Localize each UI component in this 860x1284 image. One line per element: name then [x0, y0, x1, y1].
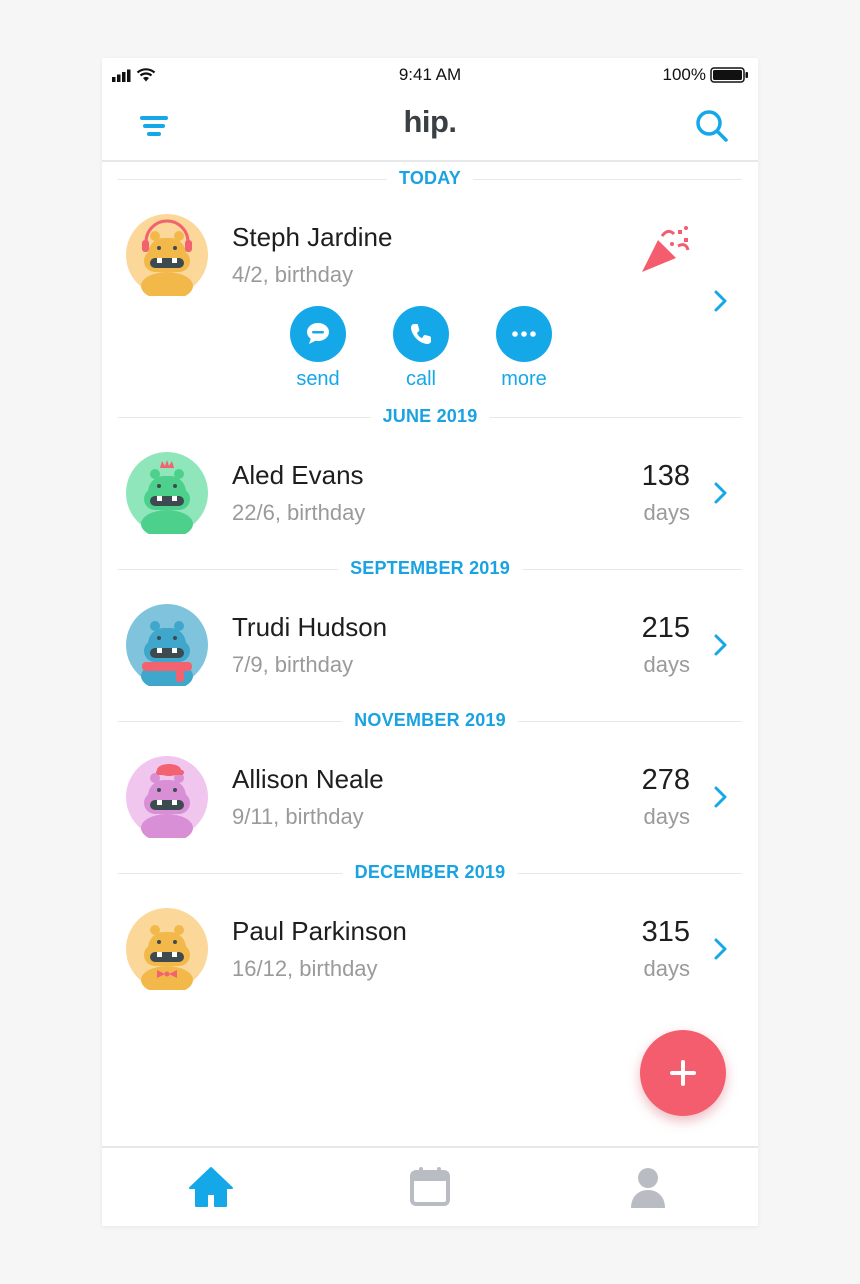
- quick-actions: send call more: [102, 306, 758, 396]
- battery-icon: [710, 67, 748, 83]
- section-header-november: NOVEMBER 2019: [118, 706, 742, 736]
- days-label: days: [643, 652, 690, 677]
- contact-date: 7/9, birthday: [232, 652, 354, 677]
- add-contact-button[interactable]: [640, 1030, 726, 1116]
- section-label: SEPTEMBER 2019: [338, 558, 522, 579]
- chevron-right-icon[interactable]: [714, 634, 728, 656]
- plus-icon: [670, 1060, 696, 1086]
- contact-row[interactable]: Trudi Hudson 7/9, birthday 215 days: [102, 596, 758, 696]
- nav-bar: hip.: [102, 92, 758, 162]
- hippo-avatar-scarf: [126, 604, 208, 686]
- section-header-december: DECEMBER 2019: [118, 858, 742, 888]
- days-label: days: [643, 956, 690, 981]
- send-action[interactable]: send: [278, 306, 358, 391]
- call-action[interactable]: call: [381, 306, 461, 391]
- days-label: days: [643, 804, 690, 829]
- contact-row-today[interactable]: Steph Jardine 4/2, birthday: [102, 206, 758, 312]
- days-count: 138: [641, 460, 690, 492]
- contact-row[interactable]: Allison Neale 9/11, birthday 278 days: [102, 748, 758, 848]
- phone-screen: 9:41 AM 100% hip. TODAY Steph Jardine 4/…: [102, 58, 758, 1226]
- party-popper-icon: [642, 226, 690, 272]
- days-count: 278: [641, 764, 690, 796]
- phone-icon: [393, 306, 449, 362]
- contact-name: Allison Neale: [232, 764, 384, 794]
- profile-icon[interactable]: [623, 1164, 673, 1210]
- call-label: call: [405, 368, 436, 390]
- more-action[interactable]: more: [484, 306, 564, 391]
- battery-percent: 100%: [662, 65, 706, 84]
- ellipsis-icon: [496, 306, 552, 362]
- tab-bar: [102, 1146, 758, 1226]
- contact-row[interactable]: Paul Parkinson 16/12, birthday 315 days: [102, 900, 758, 1000]
- hippo-avatar-bowtie: [126, 908, 208, 990]
- section-header-september: SEPTEMBER 2019: [118, 554, 742, 584]
- contact-name: Trudi Hudson: [232, 612, 388, 642]
- section-header-today: TODAY: [118, 164, 742, 194]
- days-count: 215: [641, 612, 690, 644]
- section-label: DECEMBER 2019: [342, 862, 518, 883]
- contact-name: Steph Jardine: [232, 222, 393, 252]
- section-label: JUNE 2019: [370, 406, 490, 427]
- calendar-icon[interactable]: [405, 1164, 455, 1210]
- hippo-avatar-hat: [126, 756, 208, 838]
- contact-date: 16/12, birthday: [232, 956, 378, 981]
- contact-date: 4/2, birthday: [232, 262, 354, 287]
- hippo-avatar-headphones: [126, 214, 208, 296]
- chevron-right-icon[interactable]: [714, 938, 728, 960]
- search-icon[interactable]: [694, 108, 730, 144]
- chat-bubble-icon: [290, 306, 346, 362]
- section-label: TODAY: [386, 168, 474, 189]
- home-icon[interactable]: [186, 1164, 236, 1210]
- status-time: 9:41 AM: [398, 65, 462, 84]
- contact-name: Aled Evans: [232, 460, 364, 490]
- days-count: 315: [641, 916, 690, 948]
- chevron-right-icon[interactable]: [714, 786, 728, 808]
- section-header-june: JUNE 2019: [118, 402, 742, 432]
- status-bar: 9:41 AM 100%: [102, 58, 758, 92]
- days-label: days: [643, 500, 690, 525]
- contact-date: 9/11, birthday: [232, 804, 364, 829]
- contact-row[interactable]: Aled Evans 22/6, birthday 138 days: [102, 444, 758, 544]
- send-label: send: [296, 368, 340, 390]
- hippo-avatar-crown: [126, 452, 208, 534]
- section-label: NOVEMBER 2019: [342, 710, 518, 731]
- chevron-right-icon[interactable]: [714, 482, 728, 504]
- app-logo: hip.: [403, 104, 457, 139]
- contact-date: 22/6, birthday: [232, 500, 366, 525]
- contact-name: Paul Parkinson: [232, 916, 407, 946]
- more-label: more: [501, 368, 547, 390]
